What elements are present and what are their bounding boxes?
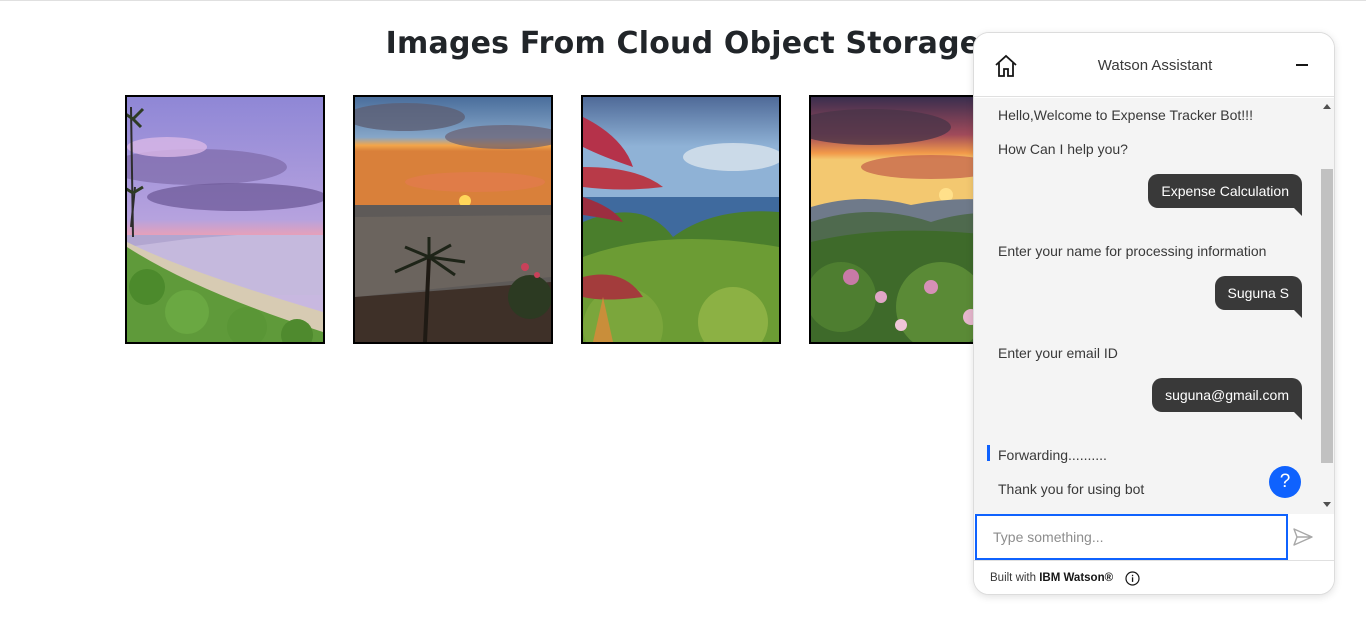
built-with-prefix: Built with [990, 572, 1040, 584]
scroll-up-arrow-icon[interactable] [1323, 104, 1331, 109]
focus-indicator [987, 445, 990, 461]
message-list[interactable]: Hello,Welcome to Expense Tracker Bot!!! … [974, 98, 1334, 514]
chat-title: Watson Assistant [1097, 57, 1213, 74]
valley-ocean-photo [583, 97, 779, 342]
input-row [974, 514, 1334, 560]
bot-message-ask-name: Enter your name for processing informati… [998, 243, 1267, 259]
gallery-image-2 [353, 95, 553, 344]
help-button[interactable]: ? [1269, 466, 1301, 498]
chat-header: Watson Assistant [974, 33, 1334, 97]
user-message-choice: Expense Calculation [1148, 174, 1302, 216]
gallery-image-3 [581, 95, 781, 344]
built-with-brand: IBM Watson® [1039, 572, 1114, 584]
chat-footer: Built with IBM Watson® [974, 560, 1334, 594]
gallery-image-1 [125, 95, 325, 344]
watson-assistant-panel: Watson Assistant Hello,Welcome to Expens… [973, 32, 1335, 595]
built-with-label: Built with IBM Watson® [990, 572, 1113, 584]
bot-message-thanks: Thank you for using bot [998, 481, 1145, 497]
bot-message-ask-email: Enter your email ID [998, 345, 1118, 361]
scroll-thumb[interactable] [1321, 169, 1333, 463]
top-divider [0, 0, 1366, 1]
bot-message-welcome: Hello,Welcome to Expense Tracker Bot!!! [998, 107, 1253, 123]
bot-message-forwarding: Forwarding.......... [998, 447, 1107, 463]
beach-sunset-photo [127, 97, 323, 342]
minimize-icon[interactable] [1291, 55, 1313, 75]
bot-message-help: How Can I help you? [998, 141, 1128, 157]
message-scrollbar[interactable] [1320, 98, 1334, 514]
scroll-down-arrow-icon[interactable] [1323, 502, 1331, 507]
palm-sunset-photo [355, 97, 551, 342]
user-message-email: suguna@gmail.com [1152, 378, 1302, 420]
send-icon[interactable] [1292, 526, 1314, 548]
user-message-name: Suguna S [1214, 276, 1302, 318]
message-input[interactable] [975, 514, 1288, 560]
info-icon[interactable] [1125, 571, 1140, 586]
